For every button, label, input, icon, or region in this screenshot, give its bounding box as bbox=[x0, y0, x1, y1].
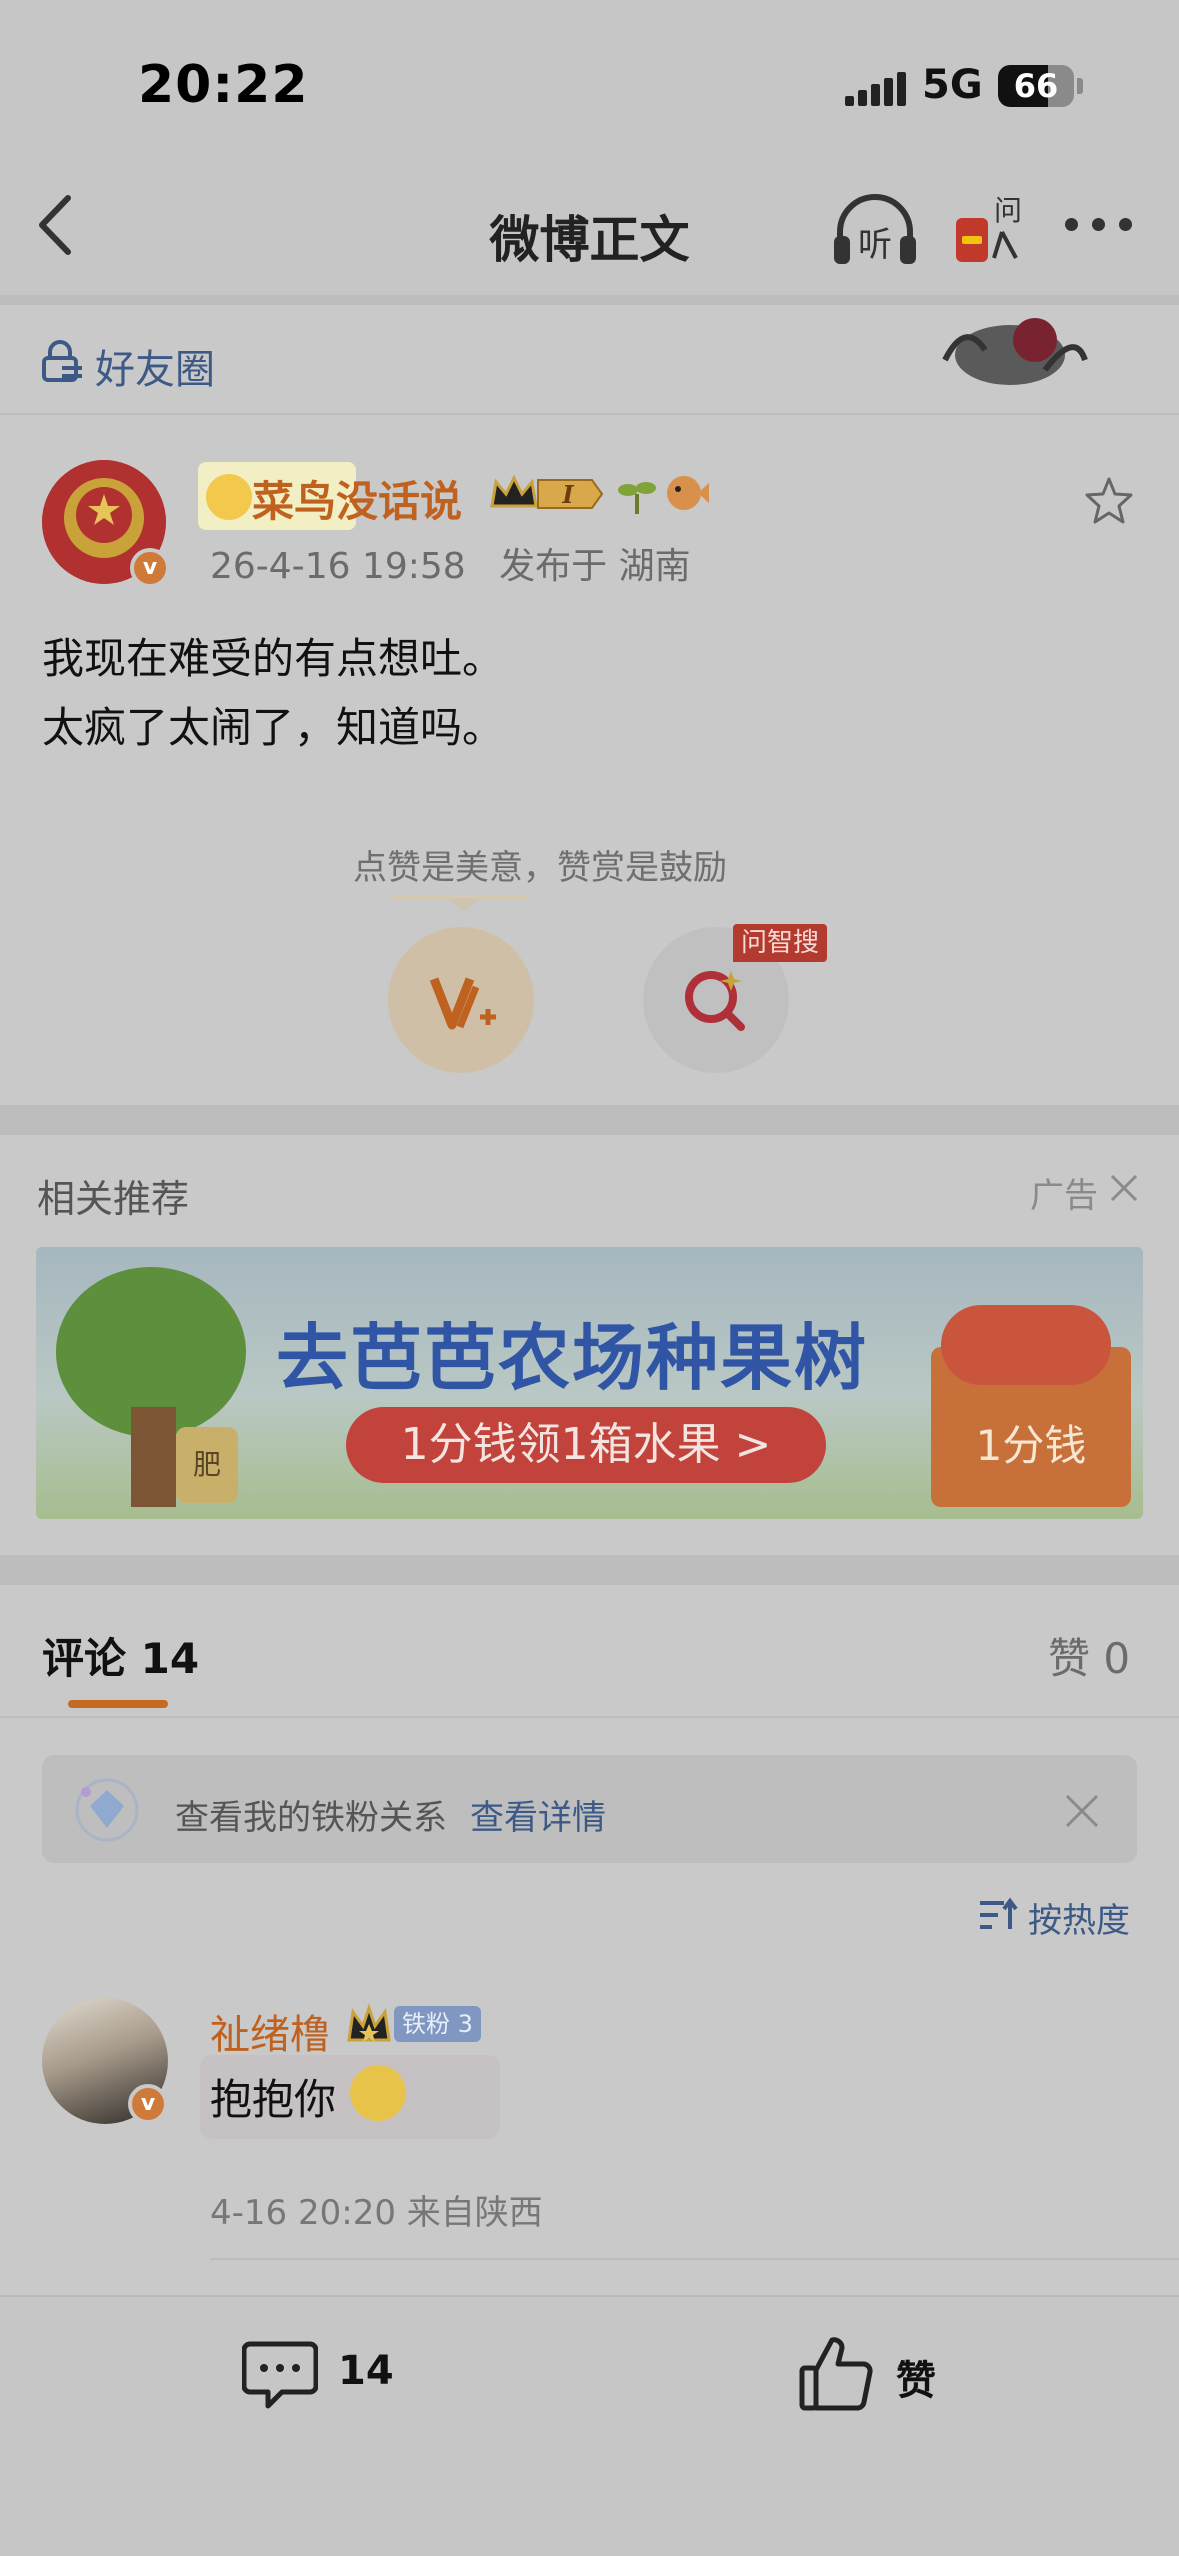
battery-tip bbox=[1077, 78, 1083, 94]
star-icon[interactable] bbox=[1083, 475, 1135, 527]
like-label: 赞 bbox=[896, 2358, 936, 2404]
battery-level: 66 bbox=[1013, 67, 1059, 105]
ironfan-detail-link[interactable]: 查看详情 bbox=[470, 1790, 606, 1839]
verified-badge: v bbox=[130, 548, 170, 588]
active-tab-indicator bbox=[68, 1700, 168, 1708]
ad-headline: 去芭芭农场种果树 bbox=[276, 1316, 869, 1400]
tab-likes[interactable]: 赞 0 bbox=[1048, 1625, 1130, 1686]
post-date: 26-4-16 19:58 bbox=[210, 546, 466, 587]
reward-button[interactable] bbox=[388, 927, 534, 1073]
listen-label: 听 bbox=[858, 225, 892, 265]
fruit-icon bbox=[941, 1305, 1111, 1385]
sort-icon[interactable] bbox=[978, 1897, 1018, 1933]
search-badge: 问智搜 bbox=[733, 924, 828, 962]
close-icon[interactable] bbox=[1108, 1172, 1140, 1204]
crown-level-badge-icon: I bbox=[490, 474, 604, 509]
ask-icon[interactable]: 问 bbox=[950, 188, 1030, 270]
tree-trunk bbox=[131, 1407, 176, 1507]
fish-icon bbox=[667, 476, 709, 510]
post-text-line: 我现在难受的有点想吐。 bbox=[42, 634, 505, 683]
comment-text: 抱抱你 bbox=[210, 2075, 337, 2124]
ad-label: 广告 bbox=[1030, 1176, 1098, 1216]
more-icon[interactable] bbox=[1065, 218, 1135, 234]
recommend-title: 相关推荐 bbox=[37, 1177, 190, 1221]
level-badge-text: I bbox=[561, 480, 574, 509]
comment-count: 14 bbox=[338, 2348, 394, 2394]
post-text-line: 太疯了太闹了，知道吗。 bbox=[42, 703, 505, 752]
post-location: 发布于 湖南 bbox=[499, 546, 691, 587]
fan-level-badge: 铁粉 3 bbox=[394, 2006, 481, 2042]
diamond-icon bbox=[75, 1778, 139, 1842]
verified-badge: v bbox=[128, 2084, 168, 2124]
network-type: 5G bbox=[922, 62, 983, 108]
hug-emoji-icon bbox=[350, 2065, 406, 2121]
ironfan-text: 查看我的铁粉关系 bbox=[175, 1798, 447, 1838]
ask-label: 问 bbox=[994, 194, 1022, 227]
comment-icon bbox=[242, 2341, 318, 2409]
like-icon bbox=[799, 2337, 873, 2411]
crab-sticker-icon bbox=[942, 318, 1088, 385]
section-divider bbox=[0, 1555, 1179, 1585]
post-meta: 26-4-16 19:58 发布于 湖南 bbox=[210, 537, 691, 589]
divider bbox=[210, 2258, 1179, 2260]
tab-comments[interactable]: 评论 14 bbox=[42, 1625, 199, 1686]
crown-icon bbox=[347, 2003, 391, 2042]
signal-icon bbox=[845, 70, 907, 106]
friend-circle-label[interactable]: 好友圈 bbox=[95, 337, 215, 395]
lock-icon bbox=[42, 340, 82, 382]
fruit-box-label: 1分钱 bbox=[975, 1421, 1087, 1470]
comment-username[interactable]: 祉绪橹 bbox=[210, 2002, 330, 2060]
author-name[interactable]: 菜鸟没话说 bbox=[252, 468, 462, 529]
reward-pointer bbox=[448, 898, 480, 912]
comment-meta: 4-16 20:20 来自陕西 bbox=[210, 2193, 543, 2233]
section-divider bbox=[0, 1105, 1179, 1135]
moon-emoji-icon bbox=[206, 474, 252, 520]
ad-cta-button[interactable]: 1分钱领1箱水果 > bbox=[346, 1407, 826, 1483]
reward-hint: 点赞是美意，赞赏是鼓励 bbox=[353, 848, 727, 888]
close-icon[interactable] bbox=[1063, 1792, 1101, 1830]
bottom-action-bar bbox=[0, 2295, 1179, 2556]
ad-banner[interactable]: 肥 去芭芭农场种果树 1分钱领1箱水果 > 1分钱 bbox=[36, 1247, 1143, 1519]
sort-label[interactable]: 按热度 bbox=[1028, 1893, 1130, 1942]
post-card bbox=[0, 415, 1179, 1105]
divider bbox=[0, 1716, 1179, 1718]
status-time: 20:22 bbox=[138, 55, 309, 115]
fertilizer-jar: 肥 bbox=[176, 1427, 238, 1503]
reward-icon bbox=[429, 977, 496, 1030]
comments-section bbox=[0, 1585, 1179, 2295]
sprout-icon bbox=[618, 482, 656, 514]
battery-icon: 66 bbox=[998, 65, 1074, 107]
listen-icon[interactable]: 听 bbox=[830, 190, 920, 270]
